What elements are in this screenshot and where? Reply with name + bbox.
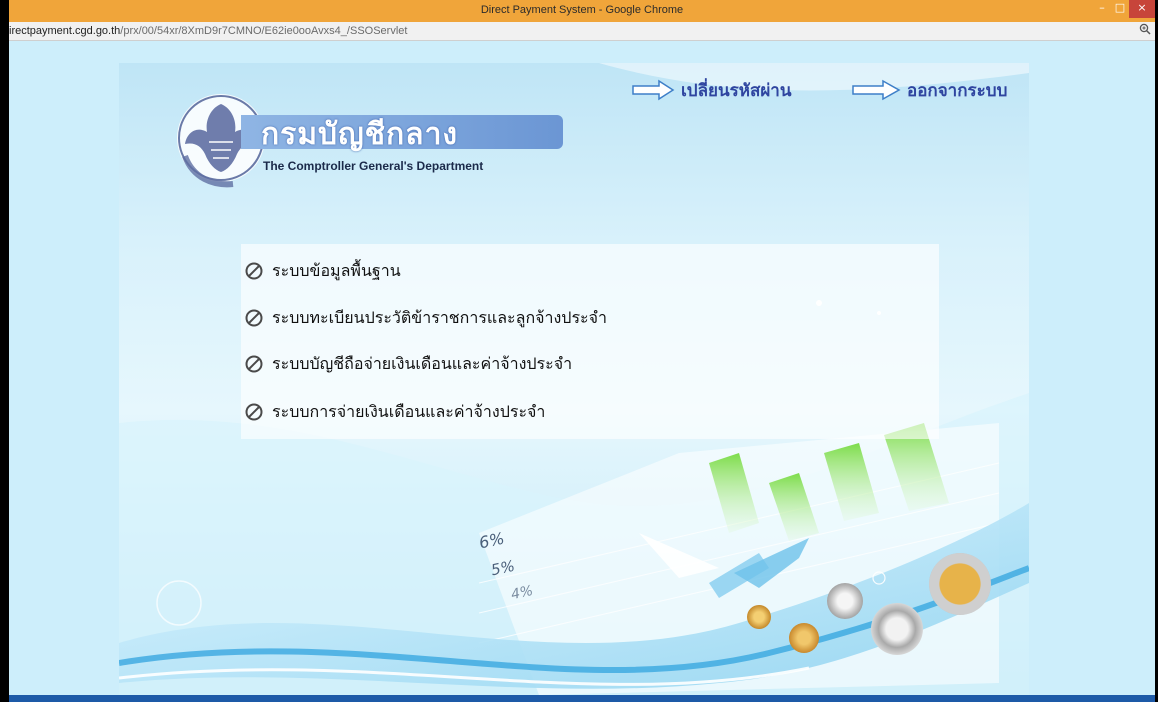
menu-item-personnel-registry[interactable]: ระบบทะเบียนประวัติข้าราชการและลูกจ้างประ… bbox=[244, 304, 607, 332]
department-name-english: The Comptroller General's Department bbox=[263, 159, 484, 173]
no-entry-icon bbox=[245, 262, 263, 280]
menu-item-label: ระบบการจ่ายเงินเดือนและค่าจ้างประจำ bbox=[272, 401, 546, 421]
change-password-link[interactable]: เปลี่ยนรหัสผ่าน bbox=[631, 77, 791, 103]
taskbar-strip bbox=[9, 695, 1155, 702]
portal-panel: 6% 5% 4% กรมบัญชีกลาง The Comptroller Ge… bbox=[119, 63, 1029, 695]
close-button[interactable]: × bbox=[1129, 0, 1155, 18]
logout-label: ออกจากระบบ bbox=[907, 80, 1008, 101]
department-name-thai: กรมบัญชีกลาง bbox=[261, 117, 459, 152]
coin-copper bbox=[789, 623, 819, 653]
minimize-button[interactable]: – bbox=[1093, 0, 1111, 18]
maximize-button[interactable]: □ bbox=[1111, 0, 1129, 18]
menu-item-label: ระบบข้อมูลพื้นฐาน bbox=[272, 260, 401, 280]
arrow-right-icon bbox=[632, 79, 675, 101]
menu-item-basic-data[interactable]: ระบบข้อมูลพื้นฐาน bbox=[244, 257, 401, 285]
arrow-right-icon bbox=[852, 79, 901, 101]
menu-item-label: ระบบทะเบียนประวัติข้าราชการและลูกจ้างประ… bbox=[272, 307, 607, 327]
no-entry-icon bbox=[245, 355, 263, 373]
url-path: /prx/00/54xr/8XmD9r7CMNO/E62ie0ooAvxs4_/… bbox=[120, 25, 408, 37]
coin-silver-small bbox=[827, 583, 863, 619]
logout-link[interactable]: ออกจากระบบ bbox=[851, 77, 1007, 103]
menu-item-payroll-account[interactable]: ระบบบัญชีถือจ่ายเงินเดือนและค่าจ้างประจำ bbox=[244, 350, 572, 378]
url-text[interactable]: irectpayment.cgd.go.th/prx/00/54xr/8XmD9… bbox=[9, 25, 407, 37]
zoom-icon[interactable] bbox=[1139, 23, 1151, 38]
window-titlebar[interactable]: Direct Payment System - Google Chrome bbox=[9, 0, 1155, 22]
coin-gold-large bbox=[929, 553, 991, 615]
no-entry-icon bbox=[245, 403, 263, 421]
coin-silver-large bbox=[871, 603, 923, 655]
window-frame-left bbox=[0, 0, 9, 702]
menu-item-salary-payment[interactable]: ระบบการจ่ายเงินเดือนและค่าจ้างประจำ bbox=[244, 398, 545, 426]
no-entry-icon bbox=[245, 309, 263, 327]
coin-copper-small bbox=[747, 605, 771, 629]
address-bar[interactable]: irectpayment.cgd.go.th/prx/00/54xr/8XmD9… bbox=[9, 22, 1155, 41]
url-host: irectpayment.cgd.go.th bbox=[9, 25, 121, 37]
window-title: Direct Payment System - Google Chrome bbox=[480, 4, 684, 16]
menu-item-label: ระบบบัญชีถือจ่ายเงินเดือนและค่าจ้างประจำ bbox=[272, 353, 573, 373]
change-password-label: เปลี่ยนรหัสผ่าน bbox=[681, 80, 792, 101]
page-viewport: 6% 5% 4% กรมบัญชีกลาง The Comptroller Ge… bbox=[9, 41, 1155, 695]
